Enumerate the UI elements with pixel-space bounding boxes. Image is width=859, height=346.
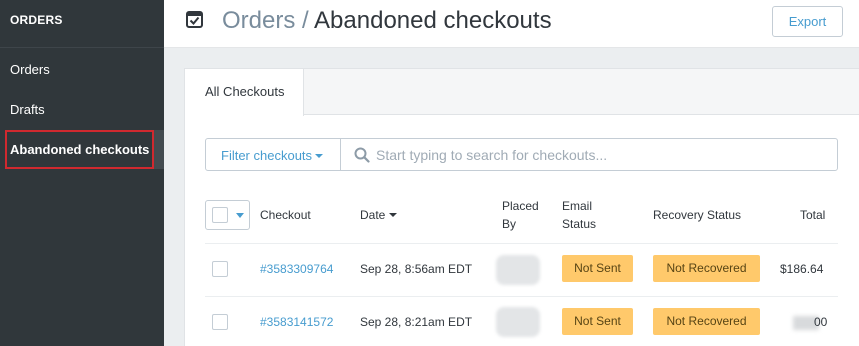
placed-by-line1: Placed: [502, 199, 539, 213]
column-header-checkout[interactable]: Checkout: [260, 206, 311, 224]
column-header-total[interactable]: Total: [800, 206, 825, 224]
email-status-line2: Status: [562, 217, 597, 231]
sort-down-icon: [389, 212, 398, 217]
tabs-bar: All Checkouts: [184, 68, 859, 116]
column-header-email-status[interactable]: Email Status: [562, 197, 596, 233]
tab-all-checkouts[interactable]: All Checkouts: [184, 68, 304, 116]
checkout-total: $186.64: [780, 262, 824, 276]
breadcrumb: Orders / Abandoned checkouts: [222, 7, 552, 35]
email-status-badge: Not Sent: [562, 308, 633, 335]
row-checkbox[interactable]: [212, 314, 228, 330]
checkout-date: Sep 28, 8:21am EDT: [360, 315, 473, 329]
search-icon: [354, 147, 370, 163]
chevron-down-icon: [236, 213, 244, 218]
customer-avatar: [496, 255, 540, 285]
select-all-checkbox[interactable]: [212, 207, 228, 223]
checkout-date: Sep 28, 8:56am EDT: [360, 262, 473, 276]
placed-by-line2: By: [502, 217, 517, 231]
column-header-recovery-status[interactable]: Recovery Status: [653, 206, 741, 224]
row-divider: [205, 296, 838, 297]
breadcrumb-separator: /: [295, 7, 315, 34]
column-header-date-label: Date: [360, 208, 386, 222]
checkout-link[interactable]: #3583309764: [260, 262, 333, 276]
filter-checkouts-button[interactable]: Filter checkouts: [206, 139, 341, 170]
export-button[interactable]: Export: [772, 6, 843, 37]
checkbox-icon: [186, 11, 203, 28]
filter-checkouts-label: Filter checkouts: [221, 148, 313, 163]
sidebar-item-orders[interactable]: Orders: [10, 62, 50, 77]
sidebar: ORDERS Orders Drafts Abandoned checkouts: [0, 0, 164, 346]
recovery-status-badge: Not Recovered: [653, 255, 760, 282]
selection-highlight: [5, 130, 154, 169]
sidebar-item-drafts[interactable]: Drafts: [10, 102, 45, 117]
search-input[interactable]: [376, 140, 826, 169]
breadcrumb-parent-link[interactable]: Orders: [222, 7, 295, 34]
sidebar-header: ORDERS: [0, 0, 164, 48]
checkouts-card: All Checkouts Filter checkouts Checkout …: [184, 68, 859, 346]
row-divider: [205, 243, 838, 244]
customer-avatar: [496, 307, 540, 337]
filter-bar: Filter checkouts: [205, 138, 838, 171]
page-title: Abandoned checkouts: [314, 7, 552, 34]
email-status-line1: Email: [562, 199, 593, 213]
chevron-down-icon: [315, 153, 324, 158]
email-status-badge: Not Sent: [562, 255, 633, 282]
checkout-link[interactable]: #3583141572: [260, 315, 333, 329]
select-all-dropdown[interactable]: [205, 200, 250, 230]
page-header: Orders / Abandoned checkouts Export: [164, 0, 859, 48]
row-checkbox[interactable]: [212, 261, 228, 277]
recovery-status-badge: Not Recovered: [653, 308, 760, 335]
sidebar-scroll-indicator: [154, 130, 164, 169]
checkout-total: 00: [814, 315, 828, 329]
column-header-date[interactable]: Date: [360, 206, 398, 224]
column-header-placed-by[interactable]: Placed By: [502, 197, 539, 233]
